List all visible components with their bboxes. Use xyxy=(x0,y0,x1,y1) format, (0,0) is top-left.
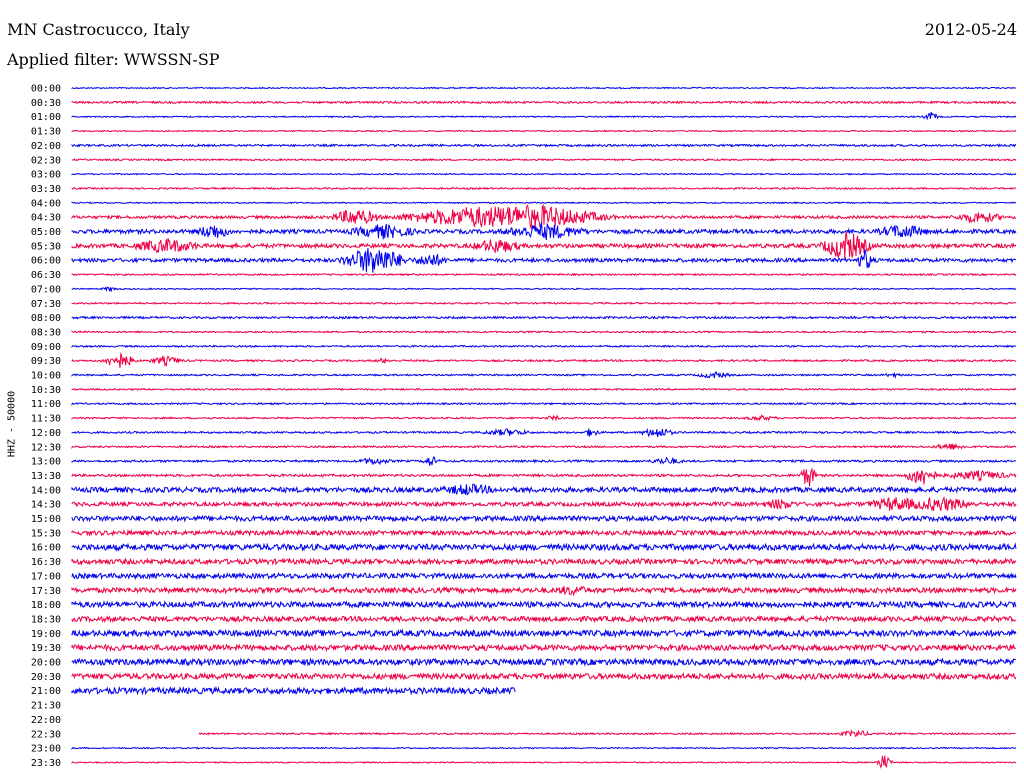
time-label: 15:30 xyxy=(31,528,61,539)
time-label: 23:30 xyxy=(31,758,61,769)
time-label: 06:00 xyxy=(31,256,61,267)
time-label: 10:00 xyxy=(31,371,61,382)
seismic-trace xyxy=(71,755,1017,769)
time-label: 19:30 xyxy=(31,643,61,654)
seismic-trace xyxy=(71,542,1017,552)
seismic-trace xyxy=(71,203,1016,231)
time-label: 08:00 xyxy=(31,313,61,324)
seismic-trace xyxy=(71,272,1017,277)
time-label: 16:30 xyxy=(31,557,61,568)
time-label: 17:00 xyxy=(31,571,61,582)
seismic-trace xyxy=(71,330,1017,334)
seismic-trace xyxy=(71,657,1017,667)
time-label: 20:00 xyxy=(31,658,61,669)
time-label: 12:00 xyxy=(31,428,61,439)
seismic-trace xyxy=(71,467,1017,487)
time-label: 07:30 xyxy=(31,299,61,310)
seismic-trace xyxy=(71,401,1017,406)
time-label: 18:00 xyxy=(31,600,61,611)
seismic-trace xyxy=(71,248,1017,273)
seismic-trace xyxy=(71,746,1017,751)
time-label: 21:00 xyxy=(31,686,61,697)
time-label: 13:00 xyxy=(31,457,61,468)
seismic-trace xyxy=(71,442,1017,450)
time-label: 20:30 xyxy=(31,672,61,683)
time-label: 10:30 xyxy=(31,385,61,396)
time-label: 04:00 xyxy=(31,198,61,209)
seismic-trace xyxy=(71,642,1017,653)
time-label: 00:30 xyxy=(31,98,61,109)
seismic-trace xyxy=(71,600,1017,610)
time-label: 11:00 xyxy=(31,399,61,410)
seismic-trace xyxy=(71,371,1017,380)
time-label: 11:30 xyxy=(31,414,61,425)
time-label: 00:00 xyxy=(31,84,61,95)
time-label: 12:30 xyxy=(31,442,61,453)
time-label: 08:30 xyxy=(31,327,61,338)
seismic-trace xyxy=(71,614,1017,624)
time-label: 02:30 xyxy=(31,155,61,166)
helicorder-page: MN Castrocucco, Italy 2012-05-24 Applied… xyxy=(0,0,1024,780)
time-label: 01:00 xyxy=(31,112,61,123)
seismic-trace xyxy=(71,157,1017,162)
time-label: 06:30 xyxy=(31,270,61,281)
seismic-trace xyxy=(71,86,1017,90)
seismic-trace xyxy=(71,427,1017,438)
seismic-trace xyxy=(71,514,1017,523)
time-label: 14:00 xyxy=(31,485,61,496)
seismic-trace xyxy=(71,129,1017,133)
seismic-trace xyxy=(71,496,1017,512)
seismogram-plot: 00:00 00:30 01:00 01:30 02:00 02:30 03:00 03:30… xyxy=(31,84,1017,769)
time-label: 01:30 xyxy=(31,127,61,138)
seismic-trace xyxy=(71,112,1017,121)
seismic-trace xyxy=(71,143,1017,148)
time-label: 13:30 xyxy=(31,471,61,482)
seismic-trace xyxy=(71,628,1017,639)
seismic-trace xyxy=(71,100,1017,105)
time-label: 18:30 xyxy=(31,614,61,625)
seismic-trace xyxy=(198,728,1016,738)
time-label: 19:00 xyxy=(31,629,61,640)
time-label: 05:30 xyxy=(31,241,61,252)
time-label: 09:30 xyxy=(31,356,61,367)
time-label: 09:00 xyxy=(31,342,61,353)
time-label: 03:30 xyxy=(31,184,61,195)
seismic-trace xyxy=(71,221,1017,241)
seismic-trace xyxy=(71,685,516,696)
time-label: 04:30 xyxy=(31,213,61,224)
time-label: 22:30 xyxy=(31,729,61,740)
seismic-trace xyxy=(71,172,1017,176)
seismic-trace xyxy=(71,585,1017,597)
time-label: 07:00 xyxy=(31,284,61,295)
time-label: 21:30 xyxy=(31,701,61,712)
seismic-trace xyxy=(71,456,1017,466)
seismic-trace xyxy=(71,286,1017,293)
seismic-trace xyxy=(71,557,1017,566)
seismic-trace xyxy=(71,344,1017,349)
seismic-trace xyxy=(71,387,1017,392)
time-label: 02:00 xyxy=(31,141,61,152)
seismic-trace xyxy=(71,671,1017,681)
seismic-trace xyxy=(71,483,1017,496)
seismic-trace xyxy=(71,352,1016,368)
time-label: 17:30 xyxy=(31,586,61,597)
time-label: 03:00 xyxy=(31,170,61,181)
seismic-trace xyxy=(71,571,1017,581)
time-label: 15:00 xyxy=(31,514,61,525)
seismic-trace xyxy=(71,315,1017,320)
time-label: 22:00 xyxy=(31,715,61,726)
seismic-trace xyxy=(71,414,1017,422)
seismic-trace xyxy=(71,301,1017,306)
time-label: 14:30 xyxy=(31,500,61,511)
seismic-trace xyxy=(71,186,1017,191)
time-label: 16:00 xyxy=(31,543,61,554)
time-label: 05:00 xyxy=(31,227,61,238)
seismic-trace xyxy=(71,201,1017,205)
time-label: 23:00 xyxy=(31,744,61,755)
seismic-trace xyxy=(71,528,1017,537)
